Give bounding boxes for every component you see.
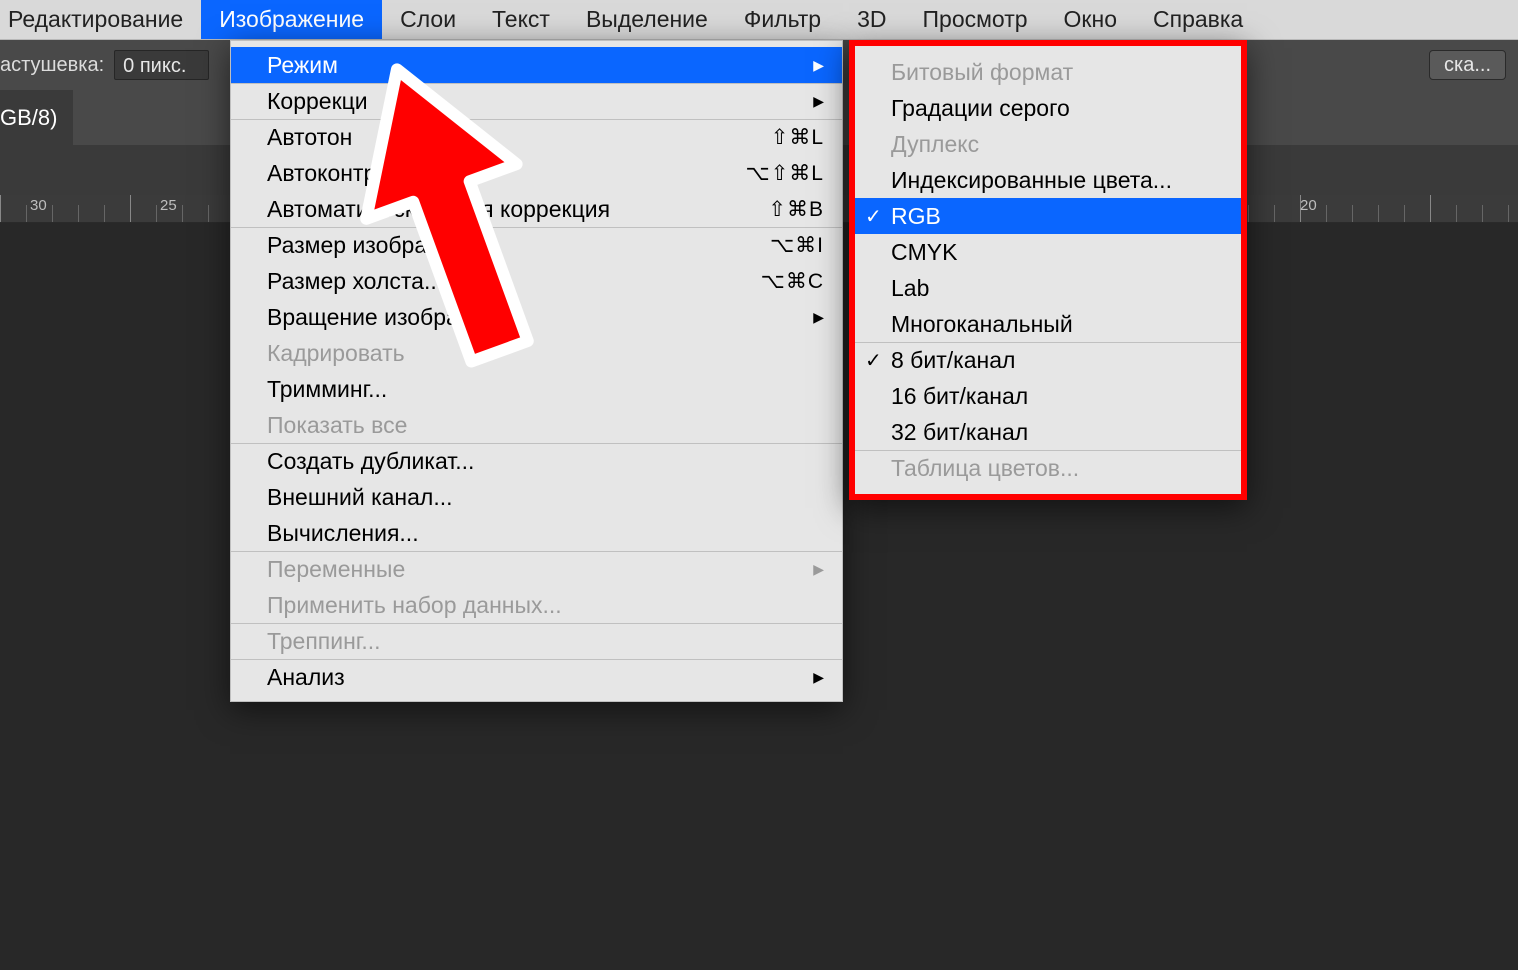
image-menu-item-8: Кадрировать [231, 335, 842, 371]
mode-menu-item-11: Таблица цветов... [855, 450, 1241, 486]
ruler-tick: 25 [160, 197, 177, 214]
menu-item-label: Анализ [267, 664, 345, 691]
menu-item-label: 16 бит/канал [891, 383, 1028, 410]
menu-help[interactable]: Справка [1135, 0, 1261, 39]
image-menu-item-10: Показать все [231, 407, 842, 443]
image-menu-item-5[interactable]: Размер изображ .. ⌥⌘I [231, 227, 842, 263]
menu-item-label: 8 бит/канал [891, 347, 1015, 374]
ruler-tick: 20 [1300, 197, 1317, 214]
menu-item-label: RGB [891, 203, 941, 230]
menu-item-label: Таблица цветов... [891, 455, 1079, 482]
menu-item-label: Коррекци [267, 88, 368, 115]
menu-item-label: Битовый формат [891, 59, 1073, 86]
menu-item-label: Тримминг... [267, 376, 387, 403]
submenu-arrow-icon: ▶ [773, 309, 824, 326]
menu-item-label: Автоконтр [267, 160, 376, 187]
menu-item-label: 32 бит/канал [891, 419, 1028, 446]
menu-image[interactable]: Изображение [201, 0, 382, 39]
image-menu-item-17[interactable]: Анализ ▶ [231, 659, 842, 695]
menu-edit[interactable]: Редактирование [0, 0, 201, 39]
image-menu-item-16: Треппинг... [231, 623, 842, 659]
menu-layer[interactable]: Слои [382, 0, 474, 39]
menu-item-label: Вращение изображения [267, 304, 525, 331]
menu-item-label: Создать дубликат... [267, 448, 474, 475]
mode-menu-item-4[interactable]: ✓ RGB [855, 198, 1241, 234]
image-menu-item-3[interactable]: Автоконтр ⌥⇧⌘L [231, 155, 842, 191]
image-menu-item-1[interactable]: Коррекци ▶ [231, 83, 842, 119]
mode-menu-item-6[interactable]: Lab [855, 270, 1241, 306]
menu-window[interactable]: Окно [1046, 0, 1135, 39]
feather-label: астушевка: [0, 54, 104, 77]
menu-select[interactable]: Выделение [568, 0, 726, 39]
menu-item-label: CMYK [891, 239, 957, 266]
menu-view[interactable]: Просмотр [905, 0, 1046, 39]
menu-item-label: Режим [267, 52, 338, 79]
check-icon: ✓ [865, 204, 882, 229]
menu-item-label: Размер изображ .. [267, 232, 462, 259]
mode-menu-item-0: Битовый формат [855, 54, 1241, 90]
document-tab[interactable]: GB/8) [0, 90, 73, 145]
submenu-arrow-icon: ▶ [773, 669, 824, 686]
shortcut-label: ⇧⌘B [728, 197, 824, 222]
menu-item-label: Переменные [267, 556, 405, 583]
menu-item-label: Размер холста... [267, 268, 443, 295]
image-menu-item-13[interactable]: Вычисления... [231, 515, 842, 551]
image-menu: Режим▶Коррекци▶Автотон⇧⌘LАвтоконтр⌥⇧⌘LАв… [230, 40, 843, 702]
image-menu-item-12[interactable]: Внешний канал... [231, 479, 842, 515]
shortcut-label: ⌥⌘C [721, 269, 824, 294]
menu-item-label: Внешний канал... [267, 484, 453, 511]
shortcut-label: ⇧⌘L [731, 125, 824, 150]
image-menu-item-2[interactable]: Автотон ⇧⌘L [231, 119, 842, 155]
mode-menu-item-2: Дуплекс [855, 126, 1241, 162]
shortcut-label: ⌥⌘I [730, 233, 824, 258]
mode-menu-item-1[interactable]: Градации серого [855, 90, 1241, 126]
menu-3d[interactable]: 3D [839, 0, 904, 39]
menubar: Редактирование Изображение Слои Текст Вы… [0, 0, 1518, 40]
image-menu-item-7[interactable]: Вращение изображения ▶ [231, 299, 842, 335]
submenu-arrow-icon: ▶ [773, 93, 824, 110]
feather-input[interactable]: 0 пикс. [114, 50, 209, 80]
menu-item-label: Вычисления... [267, 520, 419, 547]
menu-filter[interactable]: Фильтр [726, 0, 839, 39]
submenu-arrow-icon: ▶ [773, 57, 824, 74]
menu-item-label: Автотон [267, 124, 352, 151]
mode-menu-item-5[interactable]: CMYK [855, 234, 1241, 270]
image-menu-item-6[interactable]: Размер холста... ⌥⌘C [231, 263, 842, 299]
image-menu-item-15: Применить набор данных... [231, 587, 842, 623]
menu-item-label: Показать все [267, 412, 407, 439]
mode-menu-item-7[interactable]: Многоканальный [855, 306, 1241, 342]
mode-submenu: Битовый формат Градации серого Дуплекс Инде… [849, 40, 1247, 500]
mode-menu-item-3[interactable]: Индексированные цвета... [855, 162, 1241, 198]
ruler-tick: 30 [30, 197, 47, 214]
shortcut-label: ⌥⇧⌘L [706, 161, 824, 186]
image-menu-item-4[interactable]: Автоматическ етовая коррекция ⇧⌘B [231, 191, 842, 227]
mode-menu-item-9[interactable]: 16 бит/канал [855, 378, 1241, 414]
check-icon: ✓ [865, 348, 882, 373]
submenu-arrow-icon: ▶ [773, 561, 824, 578]
menu-item-label: Lab [891, 275, 929, 302]
menu-item-label: Применить набор данных... [267, 592, 562, 619]
image-menu-item-9[interactable]: Тримминг... [231, 371, 842, 407]
menu-item-label: Многоканальный [891, 311, 1073, 338]
menu-item-label: Индексированные цвета... [891, 167, 1172, 194]
menu-item-label: Дуплекс [891, 131, 979, 158]
menu-item-label: Градации серого [891, 95, 1070, 122]
menu-item-label: Кадрировать [267, 340, 405, 367]
image-menu-item-14: Переменные ▶ [231, 551, 842, 587]
menu-item-label: Треппинг... [267, 628, 381, 655]
menu-text[interactable]: Текст [474, 0, 568, 39]
image-menu-item-11[interactable]: Создать дубликат... [231, 443, 842, 479]
mode-menu-item-10[interactable]: 32 бит/канал [855, 414, 1241, 450]
mode-menu-item-8[interactable]: ✓ 8 бит/канал [855, 342, 1241, 378]
image-menu-item-0[interactable]: Режим ▶ [231, 47, 842, 83]
menu-item-label: Автоматическ етовая коррекция [267, 196, 610, 223]
mask-button[interactable]: ска... [1429, 50, 1506, 80]
